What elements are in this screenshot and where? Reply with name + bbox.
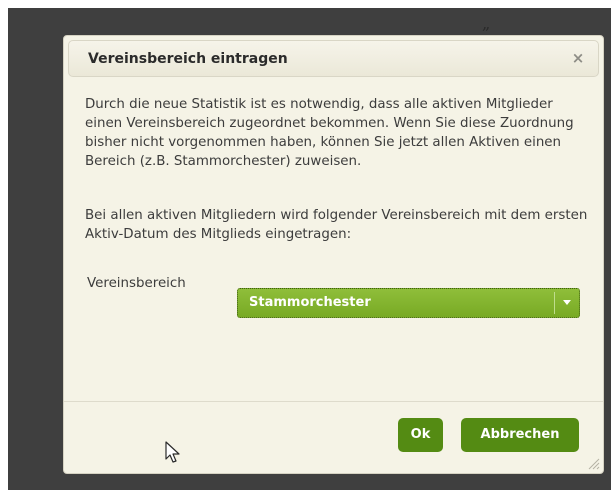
footer-divider bbox=[64, 401, 603, 402]
cancel-button[interactable]: Abbrechen bbox=[461, 418, 579, 452]
dialog-title: Vereinsbereich eintragen bbox=[88, 51, 288, 67]
info-paragraph-1: Durch die neue Statistik ist es notwendi… bbox=[85, 97, 574, 169]
chevron-down-icon[interactable] bbox=[563, 300, 571, 305]
resize-grip-icon[interactable] bbox=[588, 458, 600, 470]
vereinsbereich-label: Vereinsbereich bbox=[87, 276, 186, 291]
background-text-fragment: „ bbox=[482, 14, 491, 33]
select-value: Stammorchester bbox=[249, 295, 371, 310]
close-icon[interactable]: × bbox=[570, 50, 586, 66]
dialog-titlebar[interactable]: Vereinsbereich eintragen × bbox=[68, 40, 599, 77]
mouse-pointer-icon bbox=[165, 441, 180, 463]
info-paragraph-2: Bei allen aktiven Mitgliedern wird folge… bbox=[85, 208, 588, 242]
vereinsbereich-select[interactable]: Stammorchester bbox=[237, 288, 580, 318]
vereinsbereich-dialog: Vereinsbereich eintragen × Durch die neu… bbox=[63, 35, 604, 474]
select-divider bbox=[554, 292, 555, 314]
ok-button[interactable]: Ok bbox=[398, 418, 443, 452]
